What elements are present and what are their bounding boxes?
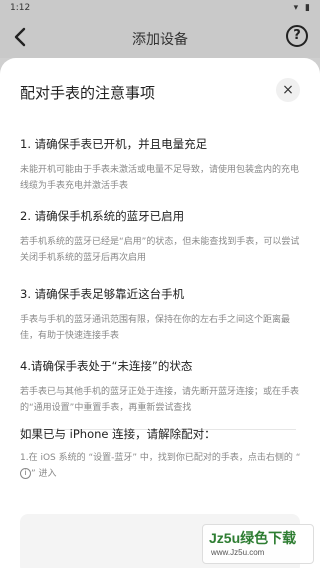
note-heading: 3. 请确保手表足够靠近这台手机 [20,287,185,301]
status-bar: 1:12 ▾ ▮ [0,0,320,18]
note-body: 若手表已与其他手机的蓝牙正处于连接，请先断开蓝牙连接；或在手表的“通用设置”中重… [20,387,300,413]
note-section-1: 1. 请确保手表已开机，并且电量充足 未能开机可能由于手表未激活或电量不足导致，… [20,136,302,194]
status-time: 1:12 [10,3,31,13]
status-icons: ▾ ▮ [293,3,312,13]
note-heading: 2. 请确保手机系统的蓝牙已启用 [20,209,185,223]
step-text: ” 进入 [31,469,57,479]
note-body: 手表与手机的蓝牙通讯范围有限，保持在你的左右手之间这个距离最佳，有助于快速连接手… [20,315,291,341]
iphone-unpair-title: 如果已与 iPhone 连接，请解除配对： [20,427,216,441]
note-body: 若手机系统的蓝牙已经是“启用”的状态，但未能查找到手表，可以尝试关闭手机系统的蓝… [20,237,300,263]
watermark-logo: Jz5u绿色下载 www.Jz5u.com [202,524,314,564]
page-title: 添加设备 [132,32,188,48]
note-body: 未能开机可能由于手表未激活或电量不足导致，请使用包装盒内的充电线缆为手表充电并激… [20,165,300,191]
watermark-text: Jz5u绿色下载 [209,530,297,546]
sheet-title: 配对手表的注意事项 [20,84,156,102]
note-heading: 1. 请确保手表已开机，并且电量充足 [20,137,208,151]
close-button[interactable]: × [276,78,300,102]
note-heading: 4.请确保手表处于“未连接”的状态 [20,359,193,373]
pairing-notes-sheet: 配对手表的注意事项 × 1. 请确保手表已开机，并且电量充足 未能开机可能由于手… [0,58,320,568]
info-icon: i [20,468,31,479]
step-text: 1.在 iOS 系统的 “设置-蓝牙” 中，找到你已配对的手表，点击右侧的 “ [20,453,301,463]
note-section-4: 4.请确保手表处于“未连接”的状态 若手表已与其他手机的蓝牙正处于连接，请先断开… [20,358,302,416]
iphone-unpair-step: 1.在 iOS 系统的 “设置-蓝牙” 中，找到你已配对的手表，点击右侧的 “ i… [20,450,302,482]
help-icon[interactable]: ? [286,25,308,47]
note-section-2: 2. 请确保手机系统的蓝牙已启用 若手机系统的蓝牙已经是“启用”的状态，但未能查… [20,208,302,266]
note-section-3: 3. 请确保手表足够靠近这台手机 手表与手机的蓝牙通讯范围有限，保持在你的左右手… [20,286,302,344]
title-bar: 添加设备 ? [0,18,320,58]
watermark-url: www.Jz5u.com [211,548,265,557]
